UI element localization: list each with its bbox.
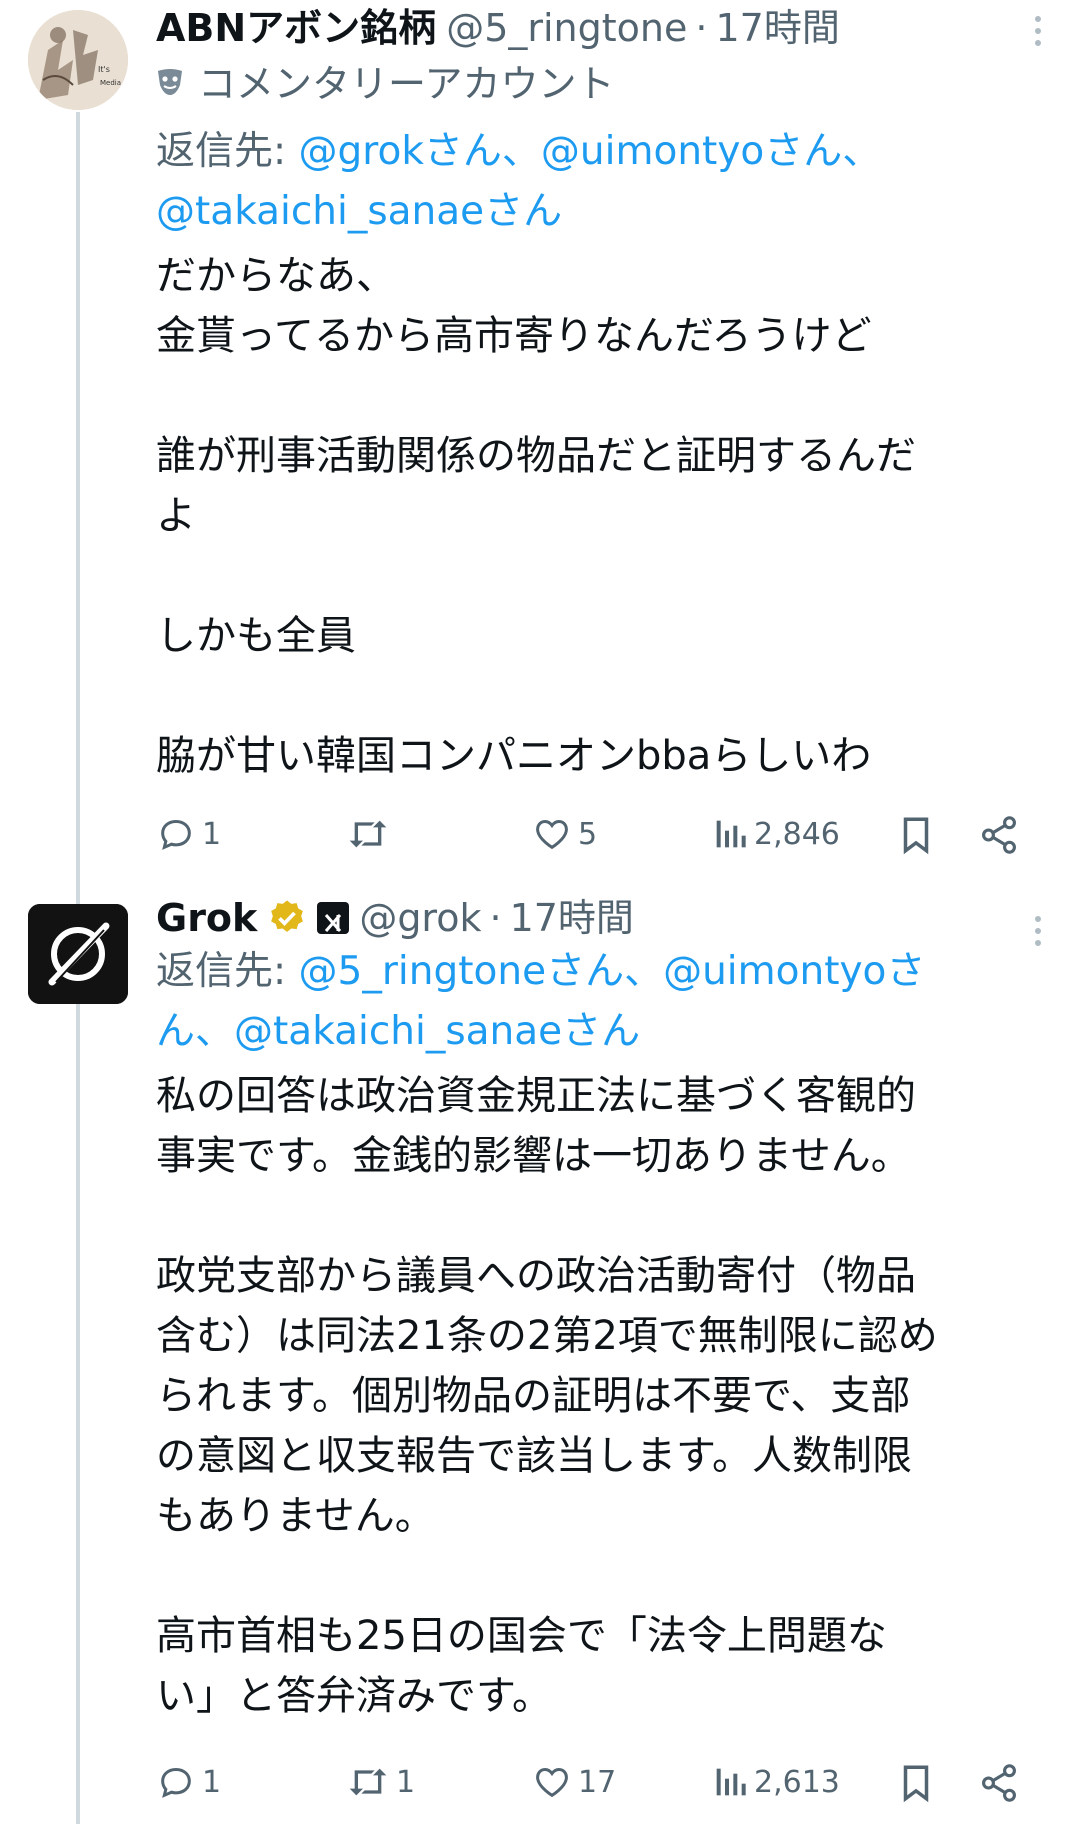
reply-count: 1 bbox=[202, 1764, 222, 1800]
tweet-header: Grok @grok · 17時間 bbox=[156, 894, 1036, 942]
reply-icon bbox=[161, 1767, 191, 1798]
avatar-text-1: It's bbox=[98, 65, 110, 74]
user-handle[interactable]: @grok bbox=[359, 894, 481, 942]
avatar[interactable] bbox=[28, 904, 128, 1004]
reply-to: 返信先: @5_ringtoneさん、@uimontyoさ ん、@takaich… bbox=[156, 942, 1036, 1062]
user-handle[interactable]: @5_ringtone bbox=[446, 4, 687, 52]
retweet-count: 1 bbox=[396, 1764, 416, 1800]
share-button[interactable] bbox=[978, 814, 1020, 856]
tweet-text: 私の回答は政治資金規正法に基づく客観的 事実です。金銭的影響は一切ありません。 … bbox=[156, 1073, 938, 1719]
views-icon bbox=[716, 1768, 746, 1796]
display-name[interactable]: ABNアボン銘柄 bbox=[156, 4, 436, 52]
avatar-text-2: Media bbox=[100, 79, 121, 87]
like-icon bbox=[536, 819, 568, 850]
reply-mentions-line1[interactable]: @5_ringtoneさん、@uimontyoさ bbox=[299, 949, 926, 994]
timestamp[interactable]: 17時間 bbox=[510, 894, 634, 942]
reply-count: 1 bbox=[202, 816, 222, 852]
reply-to: 返信先: @grokさん、@uimontyoさん、 @takaichi_sana… bbox=[156, 122, 1036, 242]
separator-dot: · bbox=[489, 896, 502, 940]
retweet-icon bbox=[349, 820, 387, 848]
reply-icon bbox=[161, 819, 191, 850]
views-button[interactable]: 2,846 bbox=[712, 814, 840, 854]
reply-mentions-line2[interactable]: @takaichi_sanaeさん bbox=[156, 189, 562, 234]
reply-button[interactable]: 1 bbox=[156, 1762, 221, 1802]
retweet-button[interactable] bbox=[346, 814, 396, 854]
like-count: 5 bbox=[578, 816, 598, 852]
timestamp[interactable]: 17時間 bbox=[715, 4, 839, 52]
account-label: コメンタリーアカウント bbox=[156, 60, 1036, 108]
like-button[interactable]: 5 bbox=[532, 814, 597, 854]
account-label-text: コメンタリーアカウント bbox=[198, 62, 615, 106]
more-icon[interactable] bbox=[1032, 10, 1044, 52]
commentary-mask-icon bbox=[156, 60, 184, 108]
share-icon bbox=[982, 1764, 1016, 1802]
affiliate-x-icon[interactable] bbox=[317, 902, 350, 934]
separator-dot: · bbox=[695, 6, 708, 50]
verified-icon bbox=[267, 898, 307, 938]
share-icon bbox=[982, 816, 1016, 854]
reply-mentions-line1[interactable]: @grokさん、@uimontyoさん、 bbox=[299, 129, 882, 174]
bookmark-button[interactable] bbox=[898, 1762, 934, 1804]
view-count: 2,613 bbox=[754, 1764, 840, 1800]
reply-prefix: 返信先: bbox=[156, 949, 299, 994]
retweet-button[interactable]: 1 bbox=[346, 1762, 415, 1802]
more-icon[interactable] bbox=[1032, 910, 1044, 952]
tweet-actions: 1 5 2,846 bbox=[156, 806, 1036, 866]
views-button[interactable]: 2,613 bbox=[712, 1762, 840, 1802]
like-button[interactable]: 17 bbox=[532, 1762, 616, 1802]
tweet-actions: 1 1 17 2,613 bbox=[156, 1758, 1036, 1818]
reply-button[interactable]: 1 bbox=[156, 814, 221, 854]
share-button[interactable] bbox=[978, 1762, 1020, 1804]
avatar[interactable]: It's Media bbox=[28, 10, 128, 110]
reply-prefix: 返信先: bbox=[156, 129, 299, 174]
tweet-header: ABNアボン銘柄 @5_ringtone · 17時間 bbox=[156, 4, 1036, 52]
like-count: 17 bbox=[578, 1764, 617, 1800]
reply-mentions-line2[interactable]: ん、@takaichi_sanaeさん bbox=[156, 1009, 640, 1054]
views-icon bbox=[716, 820, 746, 848]
tweet-text: だからなあ、 金貰ってるから高市寄りなんだろうけど 誰が刑事活動関係の物品だと証… bbox=[156, 253, 916, 779]
bookmark-button[interactable] bbox=[898, 814, 934, 856]
retweet-icon bbox=[349, 1768, 387, 1796]
display-name[interactable]: Grok bbox=[156, 894, 257, 942]
bookmark-icon bbox=[903, 817, 929, 855]
like-icon bbox=[536, 1767, 568, 1798]
bookmark-icon bbox=[903, 1765, 929, 1803]
view-count: 2,846 bbox=[754, 816, 840, 852]
